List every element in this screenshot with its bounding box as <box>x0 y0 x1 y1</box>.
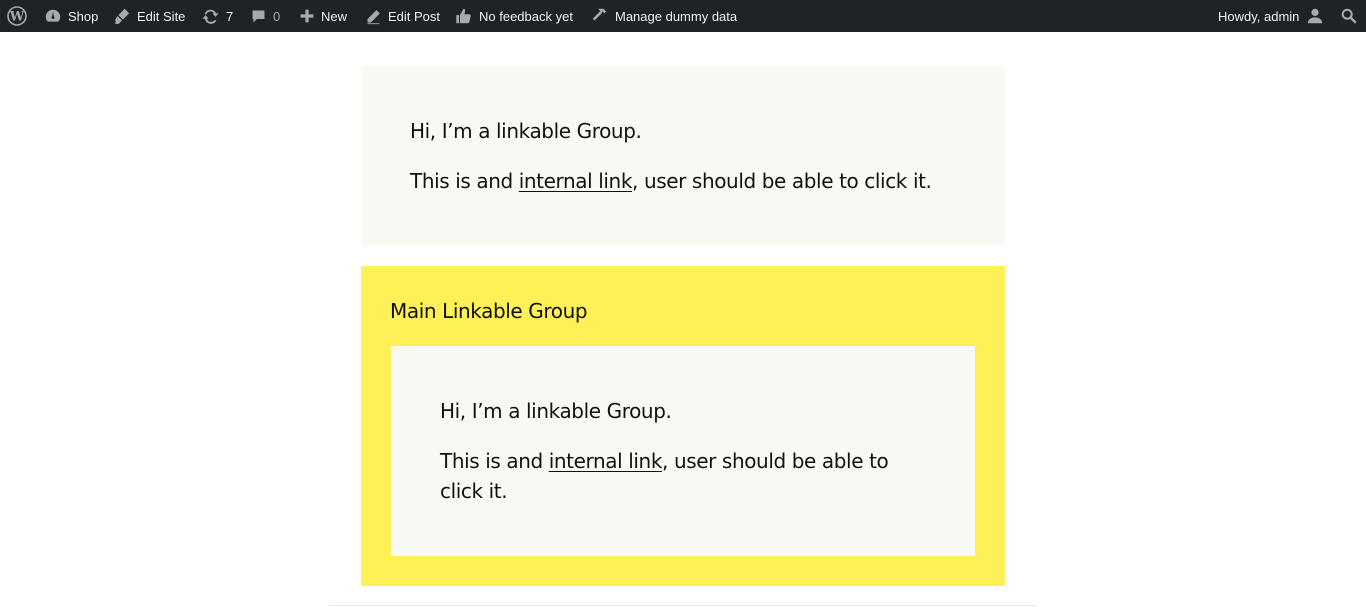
nested-group-paragraph-continued: click it. <box>440 479 508 503</box>
paragraph-text: , user should be able to <box>662 449 889 473</box>
manage-dummy-data-label: Manage dummy data <box>615 8 738 24</box>
hammer-icon <box>589 7 609 25</box>
feedback-link[interactable]: No feedback yet <box>454 0 573 32</box>
thumbs-up-icon <box>454 7 473 25</box>
nested-group-paragraph: This is and internal link, user should b… <box>440 446 889 476</box>
admin-bar: W Shop Edit Site 7 0 New Edit Post No fe… <box>0 0 1366 32</box>
search-icon <box>1340 7 1358 25</box>
new-label: New <box>321 8 348 24</box>
updates-count: 7 <box>226 8 234 24</box>
account-menu[interactable]: Howdy, admin <box>1218 0 1324 32</box>
edit-site-link[interactable]: Edit Site <box>113 0 185 32</box>
updates-icon <box>201 7 220 25</box>
svg-text:W: W <box>9 10 25 25</box>
edit-site-label: Edit Site <box>137 8 186 24</box>
edit-post-link[interactable]: Edit Post <box>365 0 440 32</box>
main-group-heading: Main Linkable Group <box>390 299 588 323</box>
paragraph-text: , user should be able to click it. <box>632 169 932 193</box>
user-avatar-icon <box>1306 7 1324 25</box>
internal-link[interactable]: internal link <box>519 169 633 193</box>
wordpress-menu[interactable]: W <box>7 0 27 32</box>
edit-post-label: Edit Post <box>388 8 441 24</box>
comments-count: 0 <box>273 8 281 24</box>
comments-icon <box>250 8 267 25</box>
internal-link[interactable]: internal link <box>549 449 663 473</box>
search-button[interactable] <box>1340 0 1358 32</box>
edit-site-brush-icon <box>113 7 131 25</box>
updates-link[interactable]: 7 <box>201 0 233 32</box>
site-name-label: Shop <box>68 8 99 24</box>
comments-link[interactable]: 0 <box>250 0 280 32</box>
nested-group-greeting: Hi, I’m a linkable Group. <box>440 399 672 423</box>
new-content-menu[interactable]: New <box>299 0 347 32</box>
site-name-menu[interactable]: Shop <box>44 0 98 32</box>
manage-dummy-data-link[interactable]: Manage dummy data <box>589 0 737 32</box>
pencil-icon <box>365 8 382 25</box>
group-greeting: Hi, I’m a linkable Group. <box>410 119 642 143</box>
group-paragraph: This is and internal link, user should b… <box>410 166 932 196</box>
plus-icon <box>299 8 315 24</box>
content-divider <box>330 605 1036 606</box>
paragraph-text: This is and <box>410 169 519 193</box>
wordpress-logo-icon: W <box>7 6 27 26</box>
account-label: Howdy, admin <box>1218 8 1300 24</box>
linkable-group-card[interactable] <box>361 66 1005 245</box>
paragraph-text: This is and <box>440 449 549 473</box>
dashboard-icon <box>44 7 62 25</box>
feedback-label: No feedback yet <box>479 8 573 24</box>
